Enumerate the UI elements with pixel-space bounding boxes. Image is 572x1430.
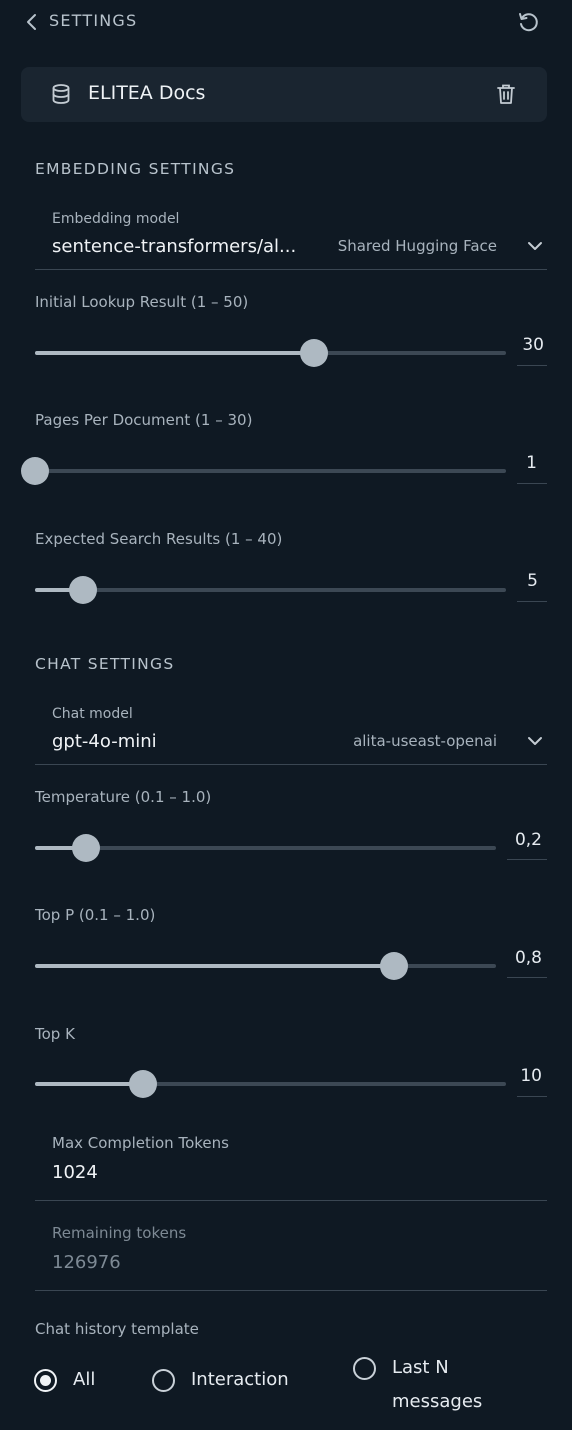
temperature-slider[interactable] bbox=[35, 834, 496, 862]
remaining-tokens-field: Remaining tokens 126976 bbox=[35, 1218, 547, 1291]
value-underline bbox=[517, 483, 547, 484]
history-option-last-n[interactable]: Last N messages bbox=[353, 1351, 513, 1419]
initial-lookup-value[interactable]: 30 bbox=[514, 335, 544, 359]
history-option-interaction[interactable]: Interaction bbox=[152, 1363, 312, 1397]
initial-lookup-slider[interactable] bbox=[35, 339, 506, 367]
chat-model-select[interactable]: Chat model gpt-4o-mini alita-useast-open… bbox=[35, 700, 547, 765]
value-underline bbox=[507, 859, 547, 860]
history-option-last-n-label-line1: Last N bbox=[392, 1357, 449, 1378]
pages-per-document-label: Pages Per Document (1 – 30) bbox=[35, 411, 253, 429]
max-completion-tokens-label: Max Completion Tokens bbox=[52, 1134, 229, 1152]
top-k-slider[interactable] bbox=[35, 1070, 506, 1098]
remaining-tokens-value: 126976 bbox=[52, 1252, 121, 1273]
expected-search-results-label: Expected Search Results (1 – 40) bbox=[35, 530, 283, 548]
chat-model-provider: alita-useast-openai bbox=[353, 732, 497, 750]
page-title: SETTINGS bbox=[49, 11, 138, 30]
slider-thumb[interactable] bbox=[21, 457, 49, 485]
value-underline bbox=[507, 977, 547, 978]
slider-fill bbox=[35, 351, 314, 355]
slider-thumb[interactable] bbox=[379, 952, 408, 980]
reset-button[interactable] bbox=[516, 10, 540, 34]
history-option-last-n-label-line2: messages bbox=[392, 1391, 483, 1412]
chat-history-template-label: Chat history template bbox=[35, 1320, 199, 1338]
slider-thumb[interactable] bbox=[69, 576, 98, 604]
history-option-all-label: All bbox=[73, 1369, 96, 1390]
pages-per-document-value[interactable]: 1 bbox=[507, 453, 537, 477]
embedding-model-select[interactable]: Embedding model sentence-transformers/al… bbox=[35, 205, 547, 270]
embedding-section-title: EMBEDDING SETTINGS bbox=[35, 160, 236, 178]
value-underline bbox=[517, 1096, 547, 1097]
reset-icon bbox=[519, 13, 538, 32]
embedding-model-value: sentence-transformers/al... bbox=[52, 236, 297, 257]
history-option-all[interactable]: All bbox=[34, 1363, 134, 1397]
pages-per-document-slider[interactable] bbox=[21, 457, 506, 485]
back-button[interactable] bbox=[24, 12, 40, 32]
slider-thumb[interactable] bbox=[299, 339, 328, 367]
slider-thumb[interactable] bbox=[129, 1070, 158, 1098]
chat-model-label: Chat model bbox=[52, 706, 133, 722]
top-p-slider[interactable] bbox=[35, 952, 496, 980]
chat-model-value: gpt-4o-mini bbox=[52, 731, 157, 752]
embedding-model-provider: Shared Hugging Face bbox=[337, 237, 497, 255]
chevron-down-icon bbox=[527, 240, 543, 252]
remaining-tokens-label: Remaining tokens bbox=[52, 1224, 187, 1242]
slider-fill bbox=[35, 964, 394, 968]
temperature-value[interactable]: 0,2 bbox=[510, 830, 542, 854]
embedding-model-label: Embedding model bbox=[52, 211, 180, 227]
database-icon bbox=[50, 83, 72, 105]
value-underline bbox=[517, 365, 547, 366]
datasource-card: ELITEA Docs bbox=[21, 67, 547, 122]
radio-unchecked-icon[interactable] bbox=[353, 1357, 376, 1380]
max-completion-tokens-field[interactable]: Max Completion Tokens 1024 bbox=[35, 1128, 547, 1201]
embedding-model-underline bbox=[35, 269, 547, 270]
max-tokens-underline bbox=[35, 1200, 547, 1201]
radio-unchecked-icon[interactable] bbox=[152, 1369, 175, 1392]
expected-search-results-slider[interactable] bbox=[35, 576, 506, 604]
chevron-down-icon bbox=[527, 735, 543, 747]
top-p-value[interactable]: 0,8 bbox=[510, 948, 542, 972]
top-k-value[interactable]: 10 bbox=[512, 1066, 542, 1090]
top-p-label: Top P (0.1 – 1.0) bbox=[35, 906, 156, 924]
trash-icon bbox=[497, 84, 515, 104]
top-k-label: Top K bbox=[35, 1025, 75, 1043]
slider-fill bbox=[35, 1082, 144, 1086]
radio-checked-icon[interactable] bbox=[34, 1369, 57, 1392]
value-underline bbox=[517, 601, 547, 602]
delete-button[interactable] bbox=[495, 83, 517, 105]
expected-search-results-value[interactable]: 5 bbox=[508, 571, 538, 595]
chat-section-title: CHAT SETTINGS bbox=[35, 655, 175, 673]
history-option-interaction-label: Interaction bbox=[191, 1369, 289, 1390]
datasource-name: ELITEA Docs bbox=[88, 82, 206, 104]
chat-model-underline bbox=[35, 764, 547, 765]
temperature-label: Temperature (0.1 – 1.0) bbox=[35, 788, 212, 806]
initial-lookup-label: Initial Lookup Result (1 – 50) bbox=[35, 293, 249, 311]
remaining-tokens-underline bbox=[35, 1290, 547, 1291]
max-completion-tokens-value: 1024 bbox=[52, 1162, 98, 1183]
slider-thumb[interactable] bbox=[72, 834, 101, 862]
chevron-left-icon bbox=[27, 14, 36, 30]
